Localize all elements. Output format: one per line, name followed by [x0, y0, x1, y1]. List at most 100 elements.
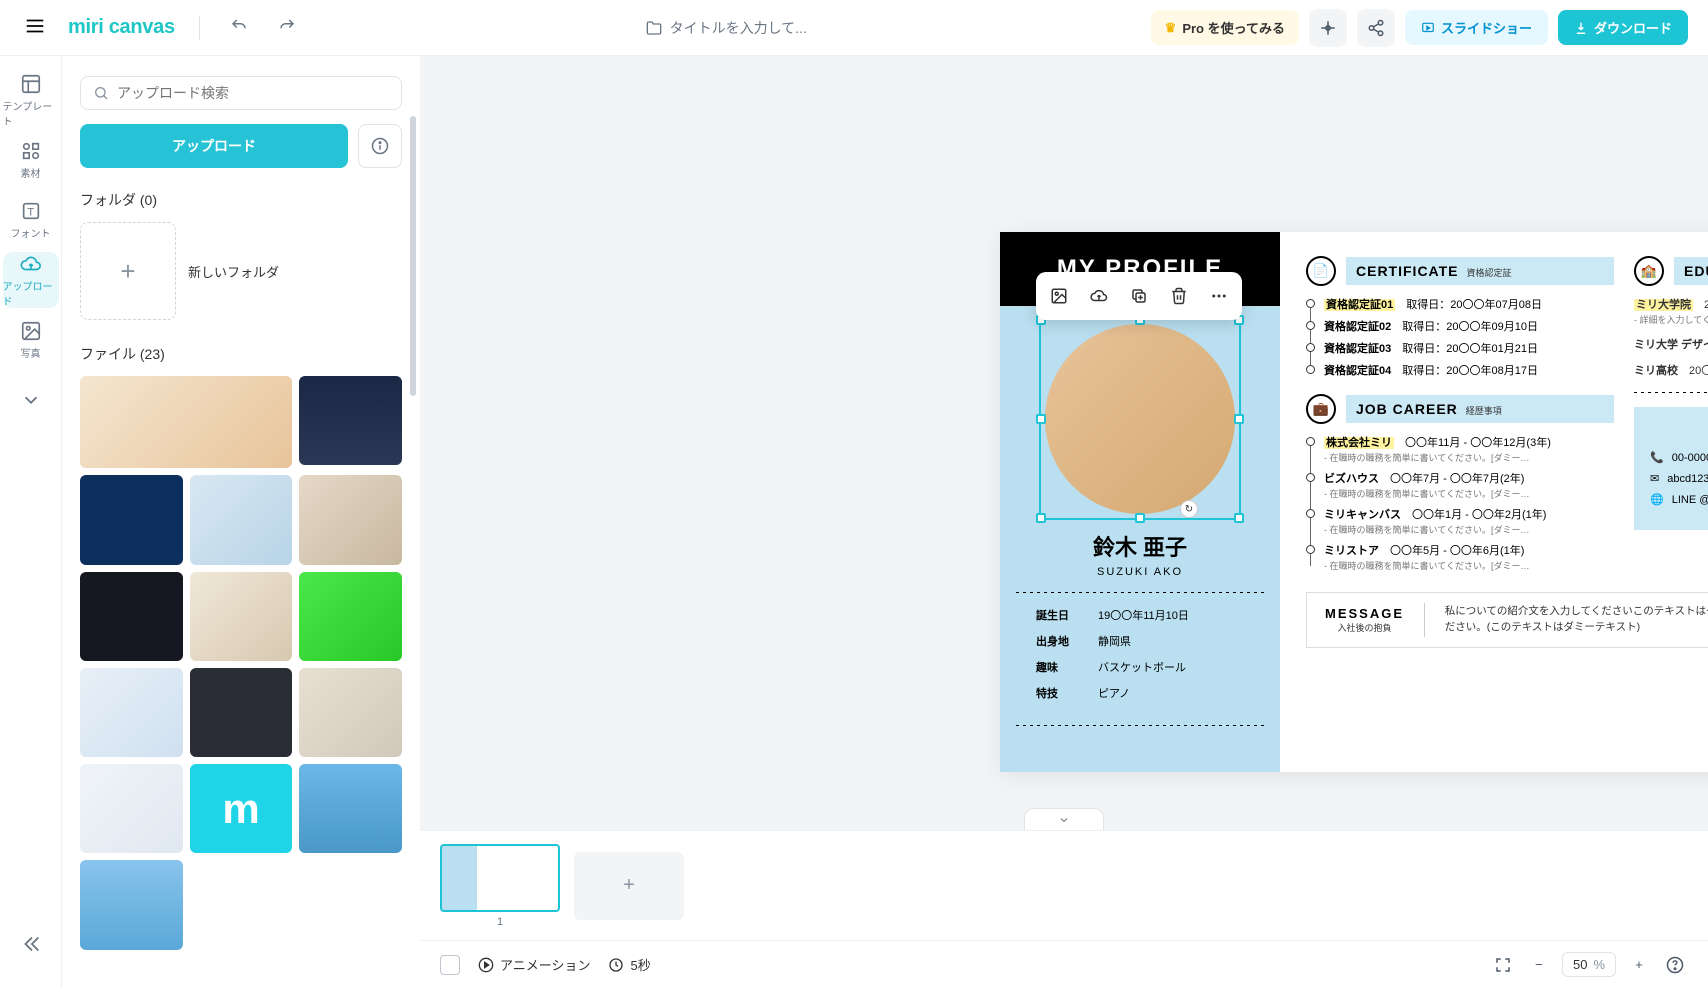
file-thumb[interactable]	[190, 475, 293, 564]
job-timeline[interactable]: 株式会社ミリ 〇〇年11月 - 〇〇年12月(3年)- 在職時の職務を簡単に書い…	[1306, 434, 1614, 572]
message-box[interactable]: MESSAGE 入社後の抱負 私についての紹介文を入力してくださいこのテキストは…	[1306, 592, 1708, 648]
chevron-down-icon	[20, 389, 42, 411]
help-button[interactable]	[1662, 952, 1688, 978]
profile-name-en[interactable]: SUZUKI AKO	[1097, 566, 1183, 578]
file-thumb[interactable]	[299, 668, 402, 757]
panel-scrollbar[interactable]	[410, 116, 416, 396]
search-box[interactable]	[80, 76, 402, 110]
file-thumb[interactable]	[80, 668, 183, 757]
upload-button[interactable]: アップロード	[80, 124, 348, 168]
dash-divider	[1016, 725, 1264, 726]
file-thumb[interactable]	[299, 475, 402, 564]
contact-box[interactable]: CONTACT ME 📞00-0000-0000 ✉abcd1234@mirid…	[1634, 407, 1708, 530]
duration-button[interactable]: 5秒	[608, 955, 650, 974]
zoom-in-button[interactable]: +	[1626, 952, 1652, 978]
zoom-value: 50	[1573, 957, 1587, 972]
resize-handle[interactable]	[1234, 414, 1244, 424]
briefcase-icon: 💼	[1306, 394, 1336, 424]
trash-icon	[1170, 287, 1188, 305]
upload-panel: アップロード フォルダ (0) + 新しいフォルダ ファイル (23)	[62, 56, 420, 988]
info-value[interactable]: ピアノ	[1098, 685, 1130, 701]
share-button[interactable]	[1357, 9, 1395, 47]
info-button[interactable]	[358, 124, 402, 168]
file-thumb[interactable]	[190, 764, 293, 853]
slideshow-button[interactable]: スライドショー	[1405, 10, 1548, 45]
section-subtitle[interactable]: 資格認定証	[1467, 266, 1512, 279]
sparkle-button[interactable]	[1309, 9, 1347, 47]
avatar-image[interactable]: ↻	[1045, 324, 1235, 514]
resize-handle[interactable]	[1036, 414, 1046, 424]
title-input[interactable]: タイトルを入力して...	[646, 18, 807, 38]
contact-title: CONTACT ME	[1650, 423, 1708, 439]
text-icon: T	[20, 200, 42, 222]
replace-button[interactable]	[1080, 278, 1118, 314]
section-title[interactable]: CERTIFICATE	[1356, 263, 1459, 279]
section-title[interactable]: JOB CAREER	[1356, 401, 1458, 417]
edu-list[interactable]: ミリ大学院 20〇〇年度博士号取得- 詳細を入力してください。(ダミーテキスト)…	[1634, 296, 1708, 378]
file-thumb[interactable]	[80, 572, 183, 661]
animation-button[interactable]: アニメーション	[478, 955, 590, 974]
folder-section-title: フォルダ (0)	[80, 190, 402, 210]
edit-image-button[interactable]	[1040, 278, 1078, 314]
message-title: MESSAGE	[1325, 606, 1404, 621]
file-thumb[interactable]	[190, 572, 293, 661]
file-thumb[interactable]	[299, 572, 402, 661]
rail-upload[interactable]: アップロード	[3, 252, 59, 308]
rail-photos[interactable]: 写真	[3, 312, 59, 368]
search-input[interactable]	[117, 85, 389, 101]
duplicate-button[interactable]	[1120, 278, 1158, 314]
add-page-button[interactable]: +	[574, 852, 684, 920]
selection-box[interactable]	[1039, 318, 1241, 520]
zoom-out-button[interactable]: −	[1526, 952, 1552, 978]
delete-button[interactable]	[1160, 278, 1198, 314]
rail-fonts[interactable]: T フォント	[3, 192, 59, 248]
info-label[interactable]: 出身地	[1036, 633, 1082, 649]
cert-timeline[interactable]: 資格認定証01 取得日：20〇〇年07月08日資格認定証02 取得日：20〇〇年…	[1306, 296, 1614, 378]
section-subtitle[interactable]: 経歴事項	[1466, 404, 1502, 417]
profile-name-jp[interactable]: 鈴木 亜子	[1093, 530, 1187, 562]
file-thumb[interactable]	[299, 764, 402, 853]
file-thumb[interactable]	[80, 764, 183, 853]
info-value[interactable]: 静岡県	[1098, 633, 1131, 649]
page-thumbnail-1[interactable]	[440, 844, 560, 912]
file-thumb[interactable]	[80, 376, 292, 468]
resize-handle[interactable]	[1135, 513, 1145, 523]
redo-button[interactable]	[272, 11, 302, 44]
more-button[interactable]	[1200, 278, 1238, 314]
file-thumb[interactable]	[190, 668, 293, 757]
info-value[interactable]: バスケットボール	[1098, 659, 1186, 675]
file-thumb[interactable]	[80, 860, 183, 949]
pro-button[interactable]: ♛ Pro を使ってみる	[1151, 10, 1299, 45]
rotate-handle[interactable]: ↻	[1180, 500, 1198, 518]
select-checkbox[interactable]	[440, 955, 460, 975]
dash-divider	[1016, 592, 1264, 593]
phone-icon: 📞	[1650, 451, 1664, 464]
info-label[interactable]: 特技	[1036, 685, 1082, 701]
hamburger-menu-button[interactable]	[20, 11, 50, 44]
resize-handle[interactable]	[1234, 513, 1244, 523]
section-title[interactable]: EDUCATION	[1684, 263, 1708, 279]
info-label[interactable]: 趣味	[1036, 659, 1082, 675]
rail-elements[interactable]: 素材	[3, 132, 59, 188]
app-logo[interactable]: miri canvas	[68, 16, 175, 39]
help-icon	[1666, 956, 1684, 974]
chevron-left-icon	[20, 933, 42, 955]
undo-button[interactable]	[224, 11, 254, 44]
expand-icon	[1494, 956, 1512, 974]
resize-handle[interactable]	[1036, 513, 1046, 523]
collapse-thumbstrip[interactable]	[1024, 808, 1104, 830]
new-folder-button[interactable]: +	[80, 222, 176, 320]
file-thumb[interactable]	[80, 475, 183, 564]
new-folder-label: 新しいフォルダ	[188, 262, 279, 281]
rail-expand[interactable]	[3, 372, 59, 428]
file-thumb[interactable]	[299, 376, 402, 465]
zoom-display[interactable]: 50 %	[1562, 952, 1616, 977]
rail-template[interactable]: テンプレート	[3, 72, 59, 128]
canvas-viewport[interactable]: MY PROFILE	[420, 56, 1708, 830]
info-value[interactable]: 19〇〇年11月10日	[1098, 607, 1189, 623]
download-button[interactable]: ダウンロード	[1558, 10, 1688, 45]
template-icon	[20, 73, 42, 95]
rail-collapse[interactable]	[3, 916, 59, 972]
info-label[interactable]: 誕生日	[1036, 607, 1082, 623]
fit-screen-button[interactable]	[1490, 952, 1516, 978]
